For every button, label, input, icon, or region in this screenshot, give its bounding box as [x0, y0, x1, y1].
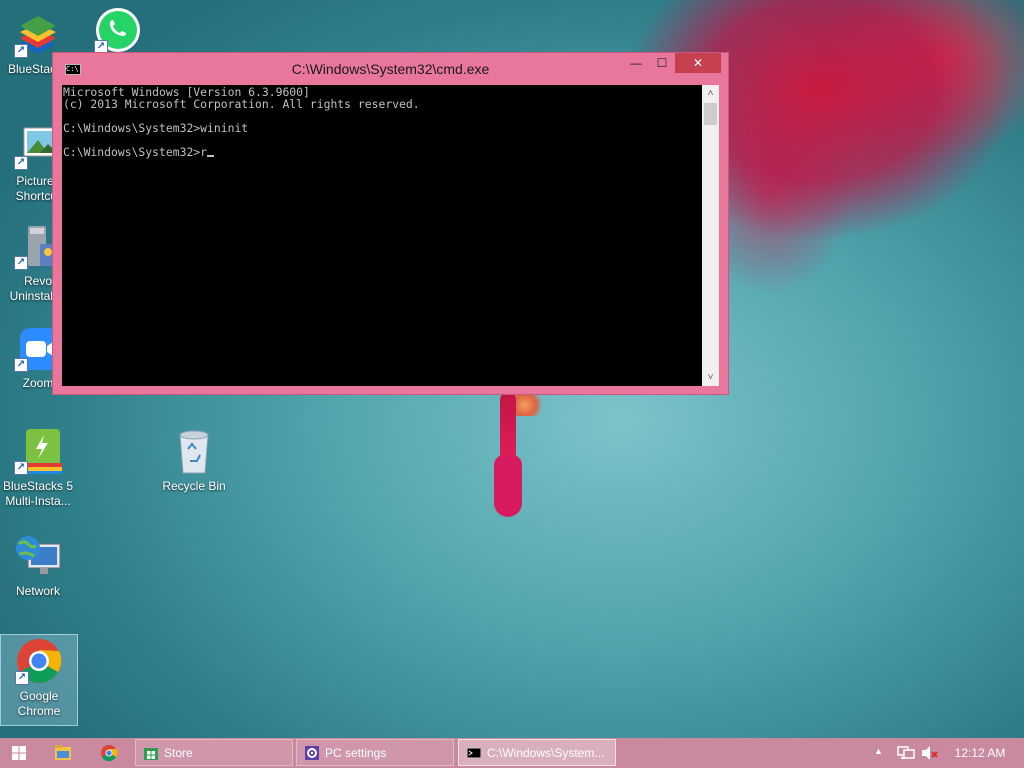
console-line: C:\Windows\System32>r — [63, 145, 208, 159]
bluestacks-icon: ↗ — [14, 10, 62, 58]
taskbar-item-label: Store — [164, 746, 193, 760]
cmd-titlebar[interactable]: C:\ C:\Windows\System32\cmd.exe — ☐ ✕ — [53, 53, 728, 85]
scroll-thumb[interactable] — [704, 103, 717, 125]
volume-muted-icon[interactable] — [921, 745, 939, 761]
close-button[interactable]: ✕ — [675, 53, 721, 73]
desktop-icon-recycle-bin[interactable]: Recycle Bin — [156, 425, 232, 494]
minimize-button[interactable]: — — [623, 53, 649, 73]
clock[interactable]: 12:12 AM — [950, 738, 1010, 768]
console-area[interactable]: Microsoft Windows [Version 6.3.9600] (c)… — [62, 85, 702, 386]
shortcut-arrow-icon: ↗ — [14, 256, 28, 270]
chrome-taskbar-button[interactable] — [90, 741, 128, 765]
icon-label: BlueStacks 5 — [2, 479, 74, 493]
cmd-window[interactable]: C:\ C:\Windows\System32\cmd.exe — ☐ ✕ Mi… — [52, 52, 729, 395]
bluestacks5-multi-instance-icon: ↗ — [14, 427, 62, 475]
vertical-scrollbar[interactable]: ˄ ˅ — [702, 85, 719, 386]
text-cursor — [207, 155, 215, 157]
network-tray-icon[interactable] — [896, 745, 916, 761]
desktop-icon-whatsapp[interactable]: ↗ — [80, 4, 156, 54]
icon-label: Multi-Insta... — [5, 494, 71, 508]
scroll-up-arrow-icon[interactable]: ˄ — [702, 85, 719, 102]
show-hidden-icons-button[interactable]: ▲ — [874, 746, 883, 756]
shortcut-arrow-icon: ↗ — [14, 358, 28, 372]
chrome-icon — [101, 745, 118, 762]
icon-label: Google — [19, 689, 59, 703]
desktop-icon-bluestacks5-multi-instance[interactable]: ↗ BlueStacks 5 Multi-Insta... — [0, 425, 76, 509]
flower-stamens — [512, 394, 544, 416]
console-output: Microsoft Windows [Version 6.3.9600] (c)… — [62, 85, 702, 158]
windows-logo-icon — [12, 746, 26, 760]
store-icon — [144, 748, 158, 760]
shortcut-arrow-icon: ↗ — [14, 44, 28, 58]
icon-label: Network — [15, 584, 60, 598]
shortcut-arrow-icon: ↗ — [15, 671, 29, 685]
taskbar-item-cmd[interactable]: C:\Windows\System... — [458, 739, 616, 766]
desktop: ↗ BlueStacks ↗ ↗ Pictures Shortcut ↗ Rev… — [0, 0, 1024, 738]
network-icon — [14, 532, 62, 580]
whatsapp-icon: ↗ — [94, 6, 142, 54]
icon-label: Chrome — [17, 704, 61, 718]
gear-icon — [305, 746, 319, 760]
taskbar: Store PC settings C:\Windows\System... ▲… — [0, 738, 1024, 768]
taskbar-item-store[interactable]: Store — [135, 739, 293, 766]
file-explorer-button[interactable] — [44, 741, 82, 765]
desktop-icon-google-chrome[interactable]: ↗ Google Chrome — [0, 634, 78, 726]
chrome-icon: ↗ — [15, 637, 63, 685]
scroll-down-arrow-icon[interactable]: ˅ — [702, 369, 719, 386]
maximize-button[interactable]: ☐ — [649, 53, 675, 73]
recycle-bin-icon — [170, 427, 218, 475]
console-line: (c) 2013 Microsoft Corporation. All righ… — [63, 97, 420, 111]
shortcut-arrow-icon: ↗ — [14, 156, 28, 170]
desktop-icon-network[interactable]: Network — [0, 530, 76, 599]
shortcut-arrow-icon: ↗ — [14, 461, 28, 475]
console-line: C:\Windows\System32>wininit — [63, 121, 249, 135]
taskbar-item-label: PC settings — [325, 746, 387, 760]
cmd-icon — [467, 747, 481, 759]
taskbar-item-label: C:\Windows\System... — [487, 746, 605, 760]
taskbar-item-pc-settings[interactable]: PC settings — [296, 739, 454, 766]
start-button[interactable] — [0, 741, 38, 765]
flower-stem-tip — [494, 455, 522, 517]
folder-icon — [55, 745, 71, 760]
icon-label: Recycle Bin — [162, 479, 226, 493]
